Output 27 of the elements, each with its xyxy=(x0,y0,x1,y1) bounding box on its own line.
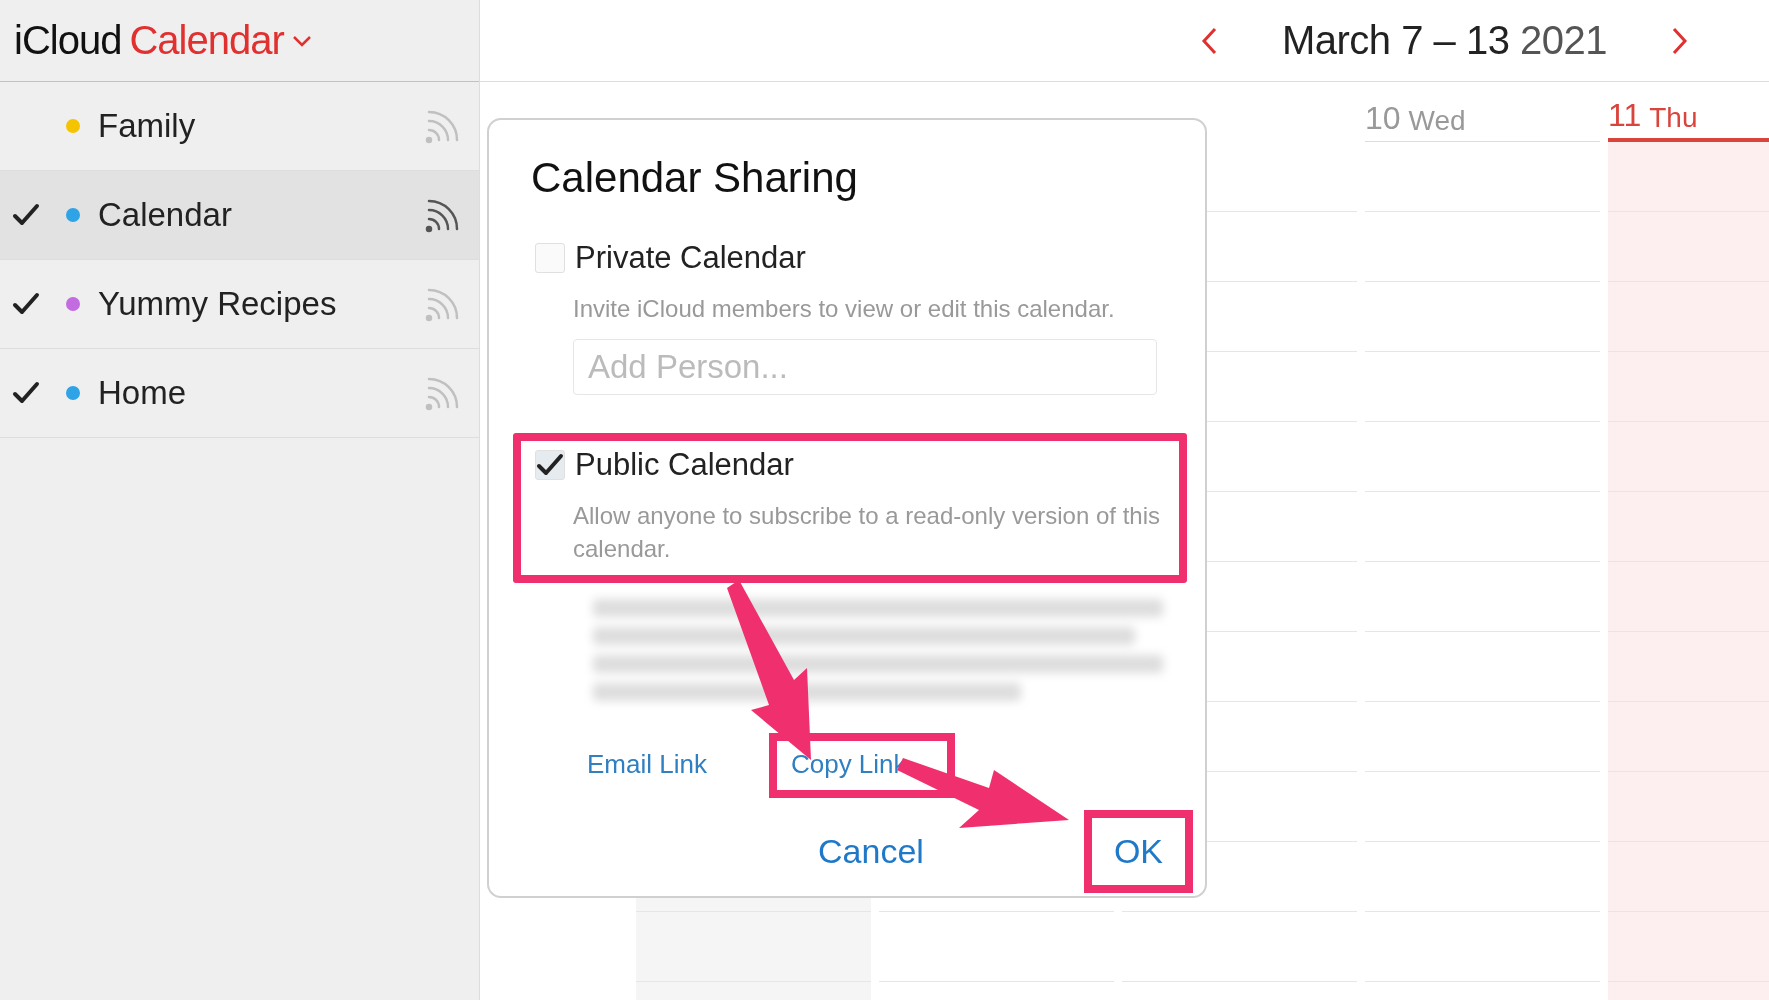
ok-button[interactable]: OK xyxy=(1083,810,1193,893)
calendar-name: Yummy Recipes xyxy=(98,285,338,323)
checkmark-icon xyxy=(12,380,40,406)
calendar-item[interactable]: Calendar xyxy=(0,171,479,260)
calendar-menu[interactable]: Calendar xyxy=(129,18,284,63)
checkmark-icon xyxy=(536,452,564,478)
calendar-name: Calendar xyxy=(98,196,233,234)
dialog-title: Calendar Sharing xyxy=(531,154,859,202)
chevron-left-icon xyxy=(1199,25,1218,56)
calendar-name: Family xyxy=(98,107,197,145)
checkmark-icon xyxy=(12,202,40,228)
option-description: Allow anyone to subscribe to a read-only version of this calendar. xyxy=(573,501,1161,564)
checkbox[interactable] xyxy=(535,450,565,480)
chevron-down-icon[interactable] xyxy=(291,34,312,47)
share-link[interactable]: Email Link xyxy=(565,733,755,798)
checkmark-icon xyxy=(12,291,40,317)
calendar-item[interactable]: Home xyxy=(0,349,479,438)
checkbox[interactable] xyxy=(535,243,565,273)
date-range-title: March 7 – 13 2021 xyxy=(1281,18,1607,63)
calendar-item[interactable]: Yummy Recipes xyxy=(0,260,479,349)
calendar-name: Home xyxy=(98,374,188,412)
chevron-right-icon xyxy=(1671,25,1689,56)
option-label: Public Calendar xyxy=(575,447,794,483)
option-description: Invite iCloud members to view or edit this calendar. xyxy=(573,294,1116,324)
app-brand: iCloud xyxy=(14,18,122,63)
option-label: Private Calendar xyxy=(575,240,806,276)
add-person-field[interactable]: Add Person... xyxy=(573,339,1157,395)
